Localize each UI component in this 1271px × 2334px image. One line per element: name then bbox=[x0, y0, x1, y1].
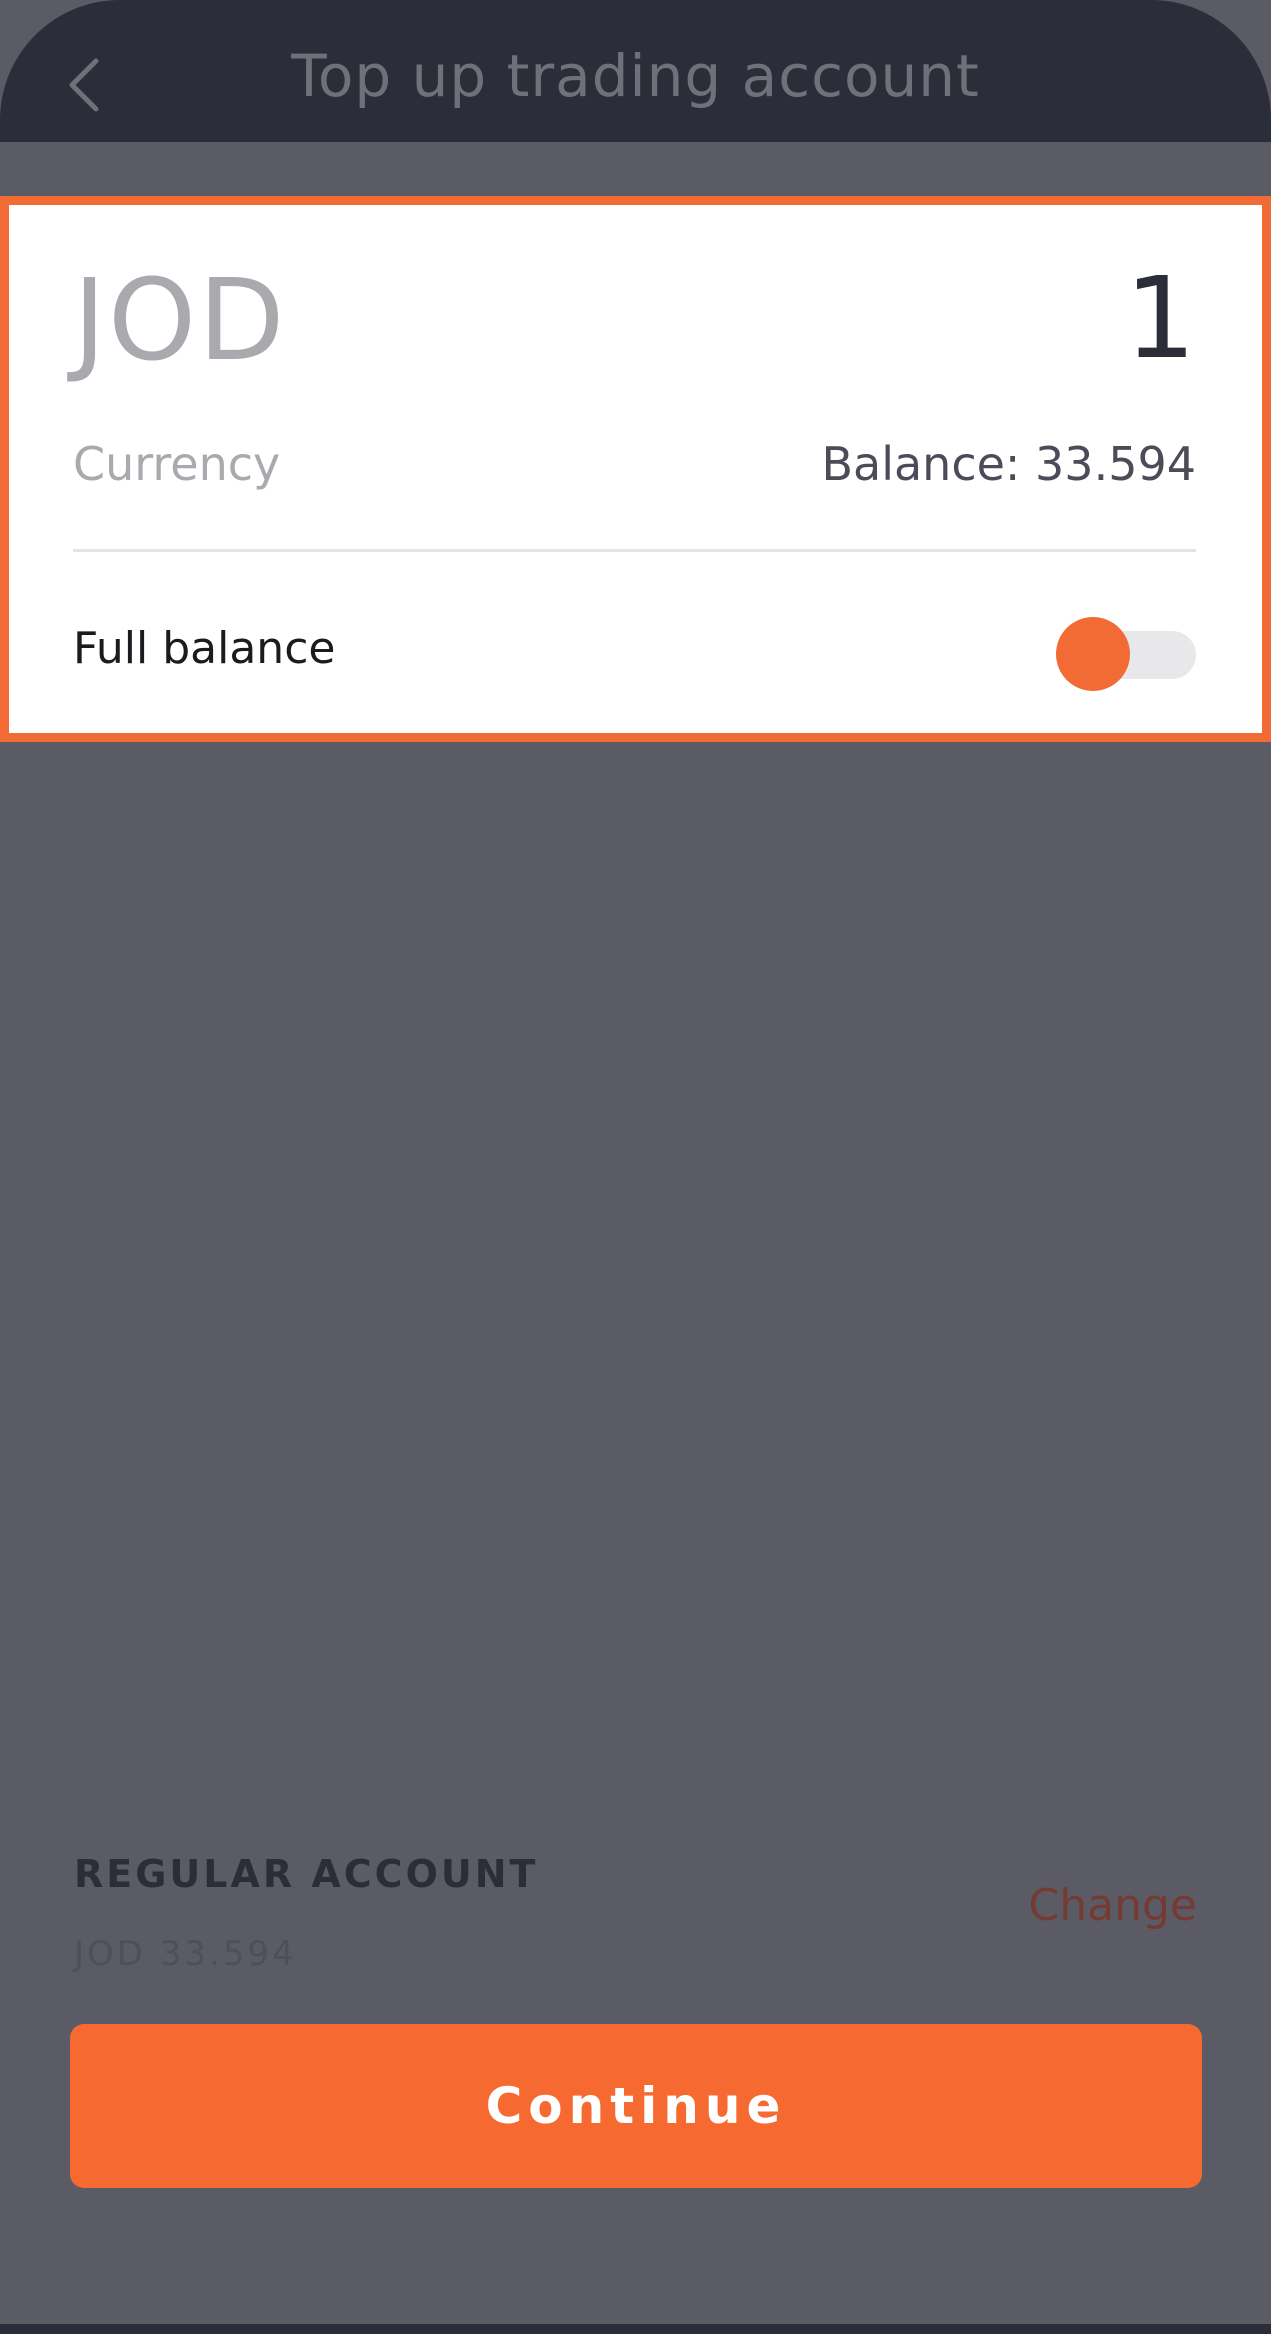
bottom-bar bbox=[0, 2324, 1271, 2334]
continue-button[interactable]: Continue bbox=[70, 2024, 1202, 2188]
full-balance-toggle[interactable] bbox=[1056, 617, 1196, 691]
change-account-link[interactable]: Change bbox=[1029, 1880, 1197, 1931]
header-bar: Top up trading account bbox=[0, 0, 1271, 142]
top-up-screen: Top up trading account JOD 1 Currency Ba… bbox=[0, 0, 1271, 2334]
divider bbox=[73, 549, 1196, 552]
page-title: Top up trading account bbox=[291, 42, 980, 110]
balance-text: Balance: 33.594 bbox=[821, 437, 1196, 491]
account-balance: JOD 33.594 bbox=[74, 1934, 297, 1974]
full-balance-label: Full balance bbox=[73, 623, 336, 674]
toggle-knob bbox=[1056, 617, 1130, 691]
back-button[interactable] bbox=[44, 40, 124, 130]
amount-input[interactable]: 1 bbox=[1125, 263, 1196, 375]
account-type-label: REGULAR ACCOUNT bbox=[74, 1852, 539, 1896]
amount-card: JOD 1 Currency Balance: 33.594 Full bala… bbox=[0, 196, 1271, 742]
currency-label: Currency bbox=[73, 437, 281, 491]
currency-code[interactable]: JOD bbox=[73, 265, 286, 377]
chevron-left-icon bbox=[69, 58, 99, 112]
